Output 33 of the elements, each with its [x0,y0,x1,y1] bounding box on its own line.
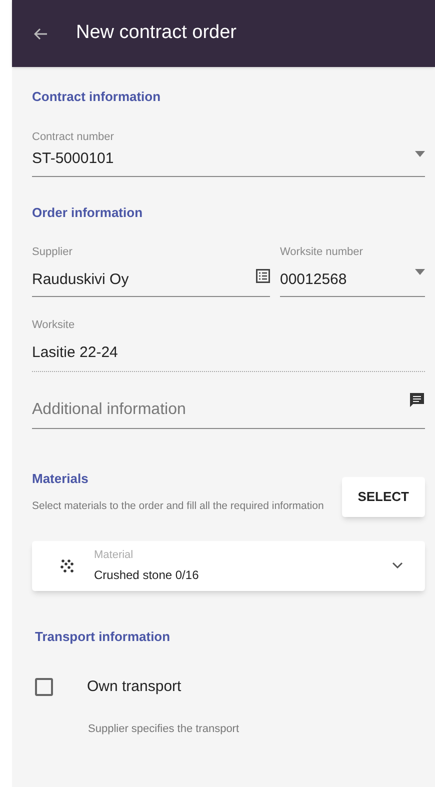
field-label: Material [94,548,134,564]
chevron-icon[interactable] [392,562,403,569]
section-heading: Transport information [35,628,172,646]
material-name: Crushed stone 0/16 [94,566,200,584]
field-label: Supplier [32,245,74,260]
field-value: Lasitie 22-24 [32,342,119,362]
dropdown-icon[interactable] [415,269,425,275]
contract-number-field[interactable]: Contract number ST-5000101 [32,128,425,176]
section-heading: Materials [32,470,90,488]
field-value: 00012568 [280,270,348,290]
page-title: New contract order [76,21,237,46]
material-card[interactable]: Material Crushed stone 0/16 [32,540,425,590]
field-label: Contract number [32,130,114,144]
checkbox-label: Own transport [87,677,182,697]
field-value: Rauduskivi Oy [32,270,129,290]
field-value: ST-5000101 [32,149,114,169]
gravel-icon [60,558,74,572]
list-icon[interactable] [256,269,270,283]
section-heading: Order information [32,204,144,222]
supplier-field[interactable]: Supplier Rauduskivi Oy [32,244,270,297]
section-heading: Contract information [32,88,162,106]
field-label: Worksite [32,318,76,333]
field-input: Additional information [32,398,409,422]
comment-icon[interactable] [409,392,425,408]
field-label: Worksite number [280,245,363,260]
dropdown-icon[interactable] [415,150,425,156]
worksite-number-field[interactable]: Worksite number 00012568 [280,244,425,297]
materials-description: Select materials to the order and fill all the required information [32,498,325,512]
checkbox[interactable] [35,678,53,696]
back-arrow-icon[interactable] [34,28,48,40]
additional-information-field[interactable]: Additional information [32,392,425,429]
select-button[interactable]: SELECT [342,477,425,516]
transport-note: Supplier specifies the transport [88,722,240,736]
